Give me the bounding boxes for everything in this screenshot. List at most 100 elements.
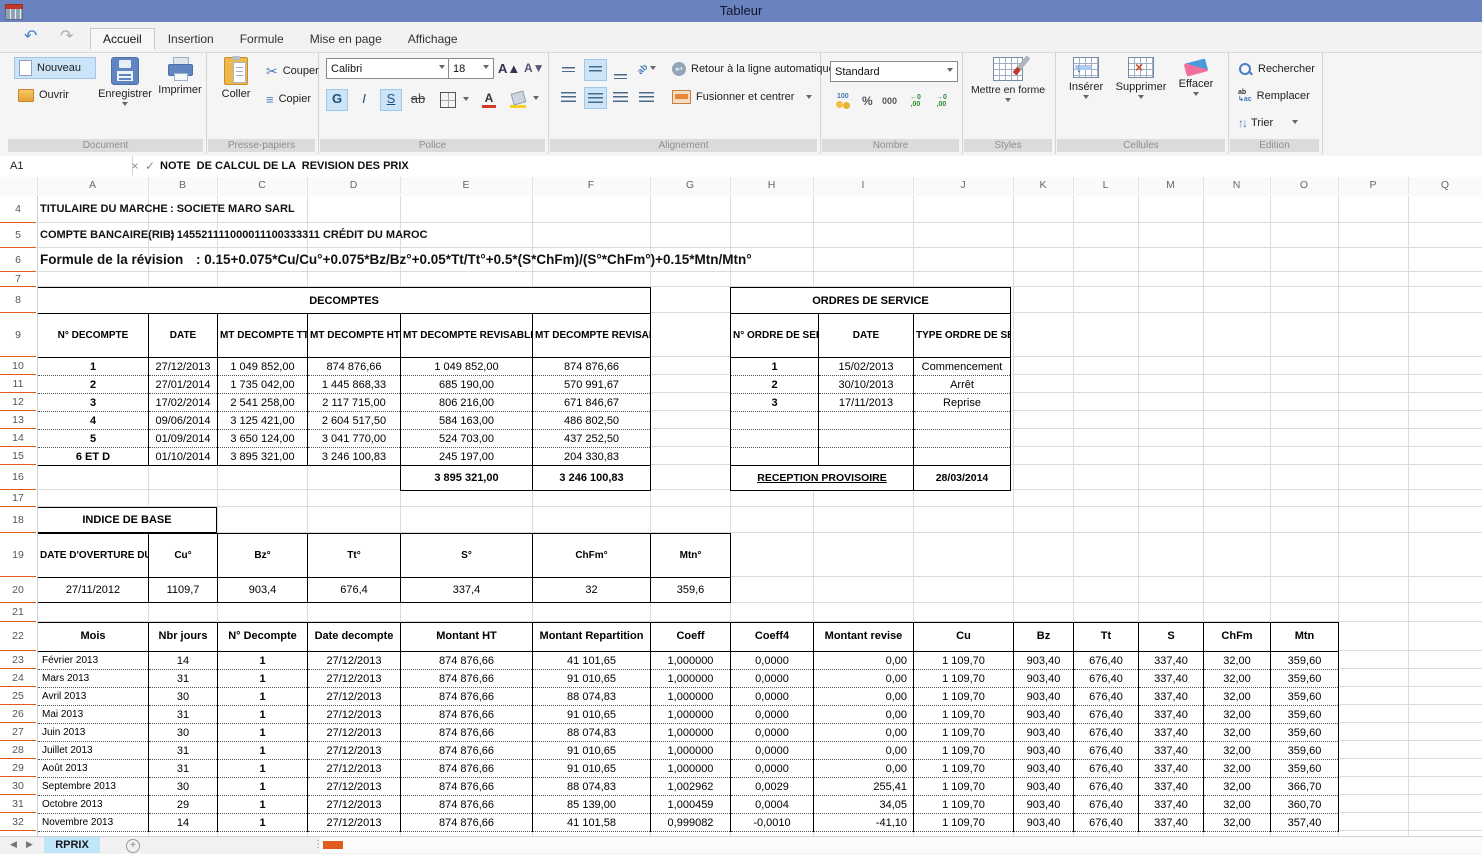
tab-affichage[interactable]: Affichage	[395, 28, 471, 50]
cell[interactable]: 32,00	[1204, 778, 1271, 796]
fill-color-button[interactable]	[506, 89, 543, 109]
column-header-A[interactable]: A	[37, 177, 149, 194]
cell[interactable]: 359,60	[1271, 688, 1339, 706]
clear-button[interactable]: Effacer	[1173, 55, 1219, 99]
cell[interactable]: 676,40	[1074, 796, 1139, 814]
prev-sheet-icon[interactable]: ◀	[10, 839, 17, 850]
header-cell[interactable]: Montant Repartition	[533, 623, 651, 652]
cell[interactable]: Juillet 2013	[38, 742, 149, 760]
cell[interactable]: Septembre 2013	[38, 778, 149, 796]
cell[interactable]	[731, 430, 819, 448]
cell[interactable]: 676,40	[1074, 724, 1139, 742]
cell[interactable]: 3 650 124,00	[218, 430, 308, 448]
cell[interactable]: -41,10	[814, 814, 914, 832]
row-header-18[interactable]: 18	[0, 507, 36, 533]
cell[interactable]: 15/02/2013	[819, 358, 914, 376]
cell[interactable]: 17/11/2013	[819, 394, 914, 412]
header-cell[interactable]: N° ORDRE DE SERVICE	[731, 314, 819, 358]
replace-button[interactable]: ab ↳ac Remplacer	[1234, 86, 1314, 106]
new-button[interactable]: Nouveau	[14, 57, 96, 79]
cell[interactable]: 676,4	[308, 578, 401, 603]
reception-date-cell[interactable]: 28/03/2014	[914, 466, 1011, 491]
percent-format-button[interactable]: %	[858, 91, 877, 111]
cell[interactable]: Novembre 2013	[38, 814, 149, 832]
cell[interactable]: 1 735 042,00	[218, 376, 308, 394]
cell[interactable]: 4	[38, 412, 149, 430]
cell[interactable]: 14	[149, 652, 218, 670]
total-ttc-cell[interactable]: 3 895 321,00	[401, 466, 533, 491]
bold-button[interactable]: G	[326, 89, 348, 111]
cell[interactable]: 32	[533, 578, 651, 603]
cell[interactable]: 32,00	[1204, 814, 1271, 832]
column-header-L[interactable]: L	[1073, 177, 1139, 194]
cell[interactable]: 32,00	[1204, 796, 1271, 814]
cell[interactable]: 360,70	[1271, 796, 1339, 814]
cell[interactable]: 27/12/2013	[308, 778, 401, 796]
confirm-entry-icon[interactable]: ✓	[143, 156, 157, 176]
header-cell[interactable]: Mtn	[1271, 623, 1339, 652]
cell[interactable]: 85 139,00	[533, 796, 651, 814]
cell[interactable]	[731, 412, 819, 430]
cell[interactable]: 1 109,70	[914, 688, 1014, 706]
cell[interactable]: 31	[149, 706, 218, 724]
cell[interactable]: 903,40	[1014, 742, 1074, 760]
cell[interactable]: 31	[149, 760, 218, 778]
column-header-E[interactable]: E	[400, 177, 533, 194]
cell[interactable]: 0,00	[814, 760, 914, 778]
cell[interactable]: 676,40	[1074, 670, 1139, 688]
cell[interactable]: 32,00	[1204, 670, 1271, 688]
header-cell[interactable]: Mois	[38, 623, 149, 652]
cell[interactable]: 337,40	[1139, 796, 1204, 814]
decrease-decimal-button[interactable]: →0 ,00	[932, 91, 951, 111]
cell[interactable]: 27/12/2013	[308, 652, 401, 670]
cell[interactable]: 29	[149, 796, 218, 814]
cell[interactable]: 27/12/2013	[308, 742, 401, 760]
header-cell[interactable]: Bz	[1014, 623, 1074, 652]
cell[interactable]: 337,40	[1139, 652, 1204, 670]
cell[interactable]: 874 876,66	[401, 796, 533, 814]
header-cell[interactable]: S	[1139, 623, 1204, 652]
row-header-28[interactable]: 28	[0, 741, 36, 759]
row-header-23[interactable]: 23	[0, 651, 36, 669]
cell[interactable]: 1 109,70	[914, 778, 1014, 796]
cell[interactable]: 486 802,50	[533, 412, 651, 430]
header-cell[interactable]: Montant HT	[401, 623, 533, 652]
cell[interactable]: 41 101,65	[533, 652, 651, 670]
cell[interactable]: 1,000000	[651, 688, 731, 706]
cell[interactable]: 1 109,70	[914, 796, 1014, 814]
total-ht-cell[interactable]: 3 246 100,83	[533, 466, 651, 491]
cell[interactable]: 91 010,65	[533, 670, 651, 688]
cell[interactable]: 0,0000	[731, 706, 814, 724]
header-cell[interactable]: Coeff	[651, 623, 731, 652]
cell[interactable]: 1 049 852,00	[218, 358, 308, 376]
cell[interactable]: 337,40	[1139, 688, 1204, 706]
cell[interactable]: 3 246 100,83	[308, 448, 401, 466]
column-header-I[interactable]: I	[813, 177, 914, 194]
cell[interactable]: 27/12/2013	[308, 760, 401, 778]
cell[interactable]: 31	[149, 742, 218, 760]
reception-label-cell[interactable]: RECEPTION PROVISOIRE	[731, 466, 914, 491]
cell-reference-box[interactable]: A1	[0, 156, 133, 176]
column-header-J[interactable]: J	[913, 177, 1014, 194]
cell[interactable]: 0,00	[814, 652, 914, 670]
cell[interactable]: Arrêt	[914, 376, 1011, 394]
cell[interactable]: 245 197,00	[401, 448, 533, 466]
cell[interactable]: 3	[731, 394, 819, 412]
cell[interactable]: 2 117 715,00	[308, 394, 401, 412]
cell[interactable]: 32,00	[1204, 724, 1271, 742]
next-sheet-icon[interactable]: ▶	[26, 839, 33, 850]
cell[interactable]: 0,00	[814, 706, 914, 724]
column-header-O[interactable]: O	[1270, 177, 1339, 194]
cell[interactable]: 676,40	[1074, 652, 1139, 670]
cell[interactable]: 88 074,83	[533, 778, 651, 796]
cell[interactable]	[731, 448, 819, 466]
row-header-6[interactable]: 6	[0, 248, 36, 272]
sheet-tab-rprix[interactable]: RPRIX	[44, 837, 100, 853]
cell[interactable]: 903,40	[1014, 706, 1074, 724]
spreadsheet-grid[interactable]: TITULAIRE DU MARCHE : SOCIETE MARO SARL …	[0, 196, 1482, 836]
cell[interactable]: 359,60	[1271, 706, 1339, 724]
row-header-4[interactable]: 4	[0, 196, 36, 223]
cell[interactable]: 676,40	[1074, 688, 1139, 706]
cell[interactable]: Octobre 2013	[38, 796, 149, 814]
cell[interactable]: 1,000000	[651, 652, 731, 670]
